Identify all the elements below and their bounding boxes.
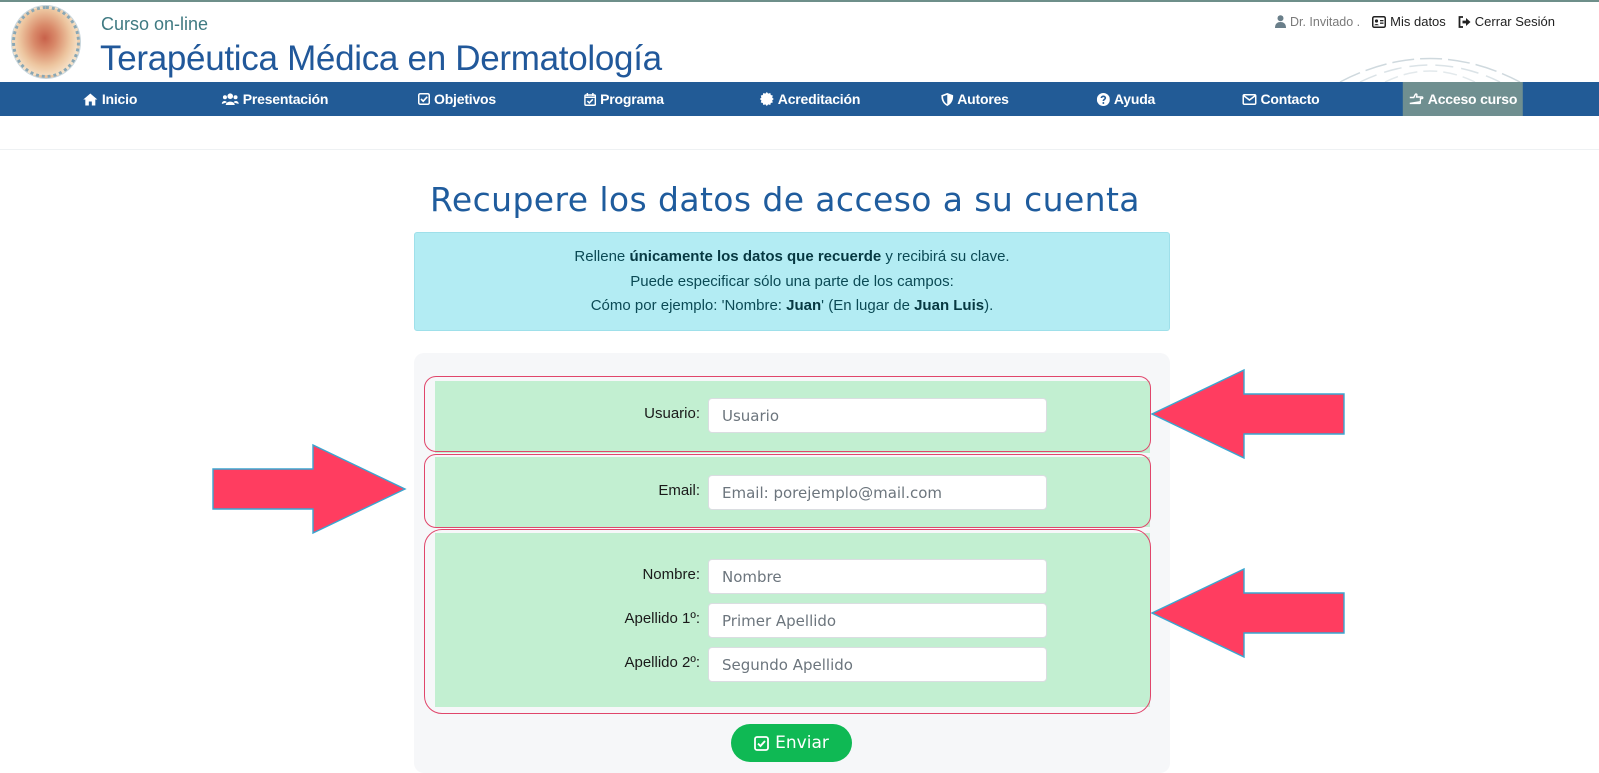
top-border-line [0,0,1599,2]
apellido2-input[interactable] [708,647,1047,682]
annotation-arrow-left-usuario [1150,368,1345,460]
id-card-icon [1372,15,1387,28]
email-label: Email: [658,482,700,499]
apellido1-input[interactable] [708,603,1047,638]
my-data-label: Mis datos [1390,14,1446,29]
nav-label: Acceso curso [1427,91,1518,107]
site-logo [12,6,80,78]
info-alert: Rellene únicamente los datos que recuerd… [414,232,1170,331]
certificate-icon [759,92,774,106]
apellido1-label: Apellido 1º: [624,610,700,627]
question-circle-icon [1096,92,1110,106]
check-square-icon [418,93,430,105]
usuario-input[interactable] [708,398,1047,433]
nav-item-inicio[interactable]: Inicio [83,82,137,116]
nav-item-acceso-curso[interactable]: Acceso curso [1402,82,1524,116]
info-line-1: Rellene únicamente los datos que recuerd… [574,248,1010,265]
nav-label: Programa [600,91,664,107]
logout-link[interactable]: Cerrar Sesión [1458,14,1555,29]
nav-item-autores[interactable]: Autores [941,82,1009,116]
check-square-icon [754,735,770,751]
annotation-arrow-left-names [1150,567,1345,659]
usuario-label: Usuario: [644,405,700,422]
nav-label: Contacto [1260,91,1320,107]
shield-icon [941,92,954,106]
nav-divider [0,149,1599,150]
nav-item-programa[interactable]: Programa [584,82,664,116]
info-line-3: Cómo por ejemplo: 'Nombre: Juan' (En lug… [590,297,994,314]
apellido2-label: Apellido 2º: [624,654,700,671]
info-line-2: Puede especificar sólo una parte de los … [630,272,954,290]
submit-button[interactable]: Enviar [731,724,852,762]
nav-item-objetivos[interactable]: Objetivos [418,82,496,116]
nav-label: Inicio [101,91,138,107]
nombre-label: Nombre: [642,566,700,583]
nav-label: Acreditación [777,91,861,107]
calendar-check-icon [584,92,597,106]
nav-item-ayuda[interactable]: Ayuda [1096,82,1156,116]
nav-item-acreditacion[interactable]: Acreditación [759,82,861,116]
user-icon [1274,15,1286,28]
nav-label: Autores [957,91,1009,107]
user-bar: Dr. Invitado . Mis datos Cerrar Sesión [1274,14,1555,29]
nav-label: Ayuda [1113,91,1156,107]
site-subtitle: Curso on-line [101,14,209,34]
nombre-input[interactable] [708,559,1047,594]
nav-label: Presentación [242,91,329,107]
users-icon [221,93,239,105]
page-title: Recupere los datos de acceso a su cuenta [430,180,1140,219]
main-navbar: Inicio Presentación Objetivos Programa A… [0,82,1599,116]
envelope-icon [1242,93,1257,105]
annotation-arrow-right-email [212,443,407,535]
nav-item-presentacion[interactable]: Presentación [221,82,329,116]
site-title: Terapéutica Médica en Dermatología [100,39,662,78]
nav-label: Objetivos [434,91,496,107]
my-data-link[interactable]: Mis datos [1372,14,1446,29]
sign-out-icon [1458,15,1471,28]
email-input[interactable] [708,475,1047,510]
home-icon [83,93,98,105]
user-name: Dr. Invitado . [1289,14,1361,29]
decorative-arcs [1339,57,1521,82]
logout-label: Cerrar Sesión [1474,14,1555,29]
hand-point-icon [1409,93,1424,105]
user-name-item: Dr. Invitado . [1274,14,1361,29]
submit-label: Enviar [775,733,829,753]
nav-item-contacto[interactable]: Contacto [1242,82,1320,116]
